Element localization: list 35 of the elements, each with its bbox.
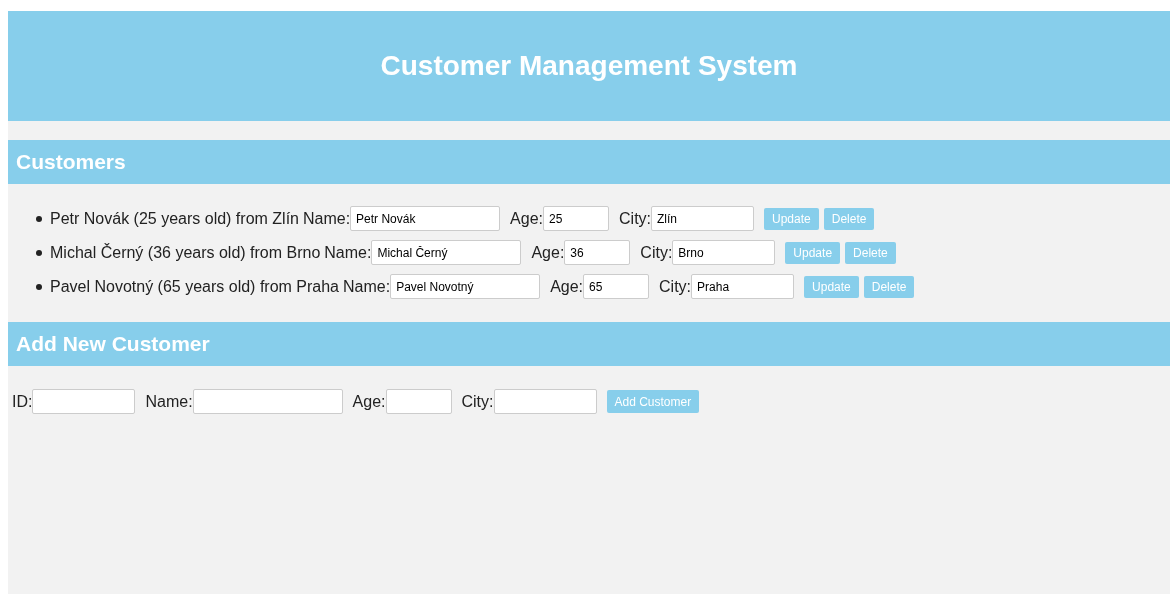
input-field[interactable]: Petr Novák bbox=[350, 206, 501, 231]
field-label: City: bbox=[659, 276, 692, 297]
bullet-icon bbox=[36, 215, 42, 222]
input-field[interactable]: Zlín bbox=[651, 206, 754, 231]
field-label: Age: bbox=[531, 242, 565, 263]
field-label: ID: bbox=[12, 391, 33, 412]
section-title: Add New Customer bbox=[16, 331, 210, 358]
field-label: Name: bbox=[302, 208, 351, 229]
field-label: City: bbox=[619, 208, 651, 229]
field-label: Age: bbox=[550, 276, 584, 297]
input-field[interactable] bbox=[32, 389, 136, 414]
input-field[interactable]: 36 bbox=[564, 240, 631, 265]
customer-summary: Pavel Novotný (65 years old) from Praha bbox=[50, 276, 339, 297]
input-field[interactable]: 25 bbox=[543, 206, 609, 231]
customer-summary: Michal Černý (36 years old) from Brno bbox=[50, 242, 321, 263]
bullet-icon bbox=[36, 249, 42, 256]
field-label: Name: bbox=[324, 242, 372, 263]
field-label: Name: bbox=[343, 276, 391, 297]
input-field[interactable] bbox=[493, 389, 597, 414]
customer-summary: Petr Novák (25 years old) from Zlín bbox=[50, 208, 299, 229]
field-label: Age: bbox=[510, 208, 543, 229]
input-field[interactable]: Pavel Novotný bbox=[390, 274, 541, 299]
field-label: Name: bbox=[145, 391, 193, 412]
bullet-icon bbox=[36, 283, 42, 290]
input-field[interactable] bbox=[385, 389, 452, 414]
field-label: City: bbox=[461, 391, 494, 412]
input-field[interactable]: Michal Černý bbox=[371, 240, 522, 265]
section-title: Customers bbox=[16, 149, 126, 176]
field-label: City: bbox=[640, 242, 673, 263]
input-field[interactable]: Brno bbox=[672, 240, 776, 265]
input-field[interactable]: Praha bbox=[691, 274, 795, 299]
field-label: Age: bbox=[352, 391, 386, 412]
input-field[interactable] bbox=[192, 389, 343, 414]
input-field[interactable]: 65 bbox=[583, 274, 650, 299]
page-title: Customer Management System bbox=[380, 49, 798, 83]
